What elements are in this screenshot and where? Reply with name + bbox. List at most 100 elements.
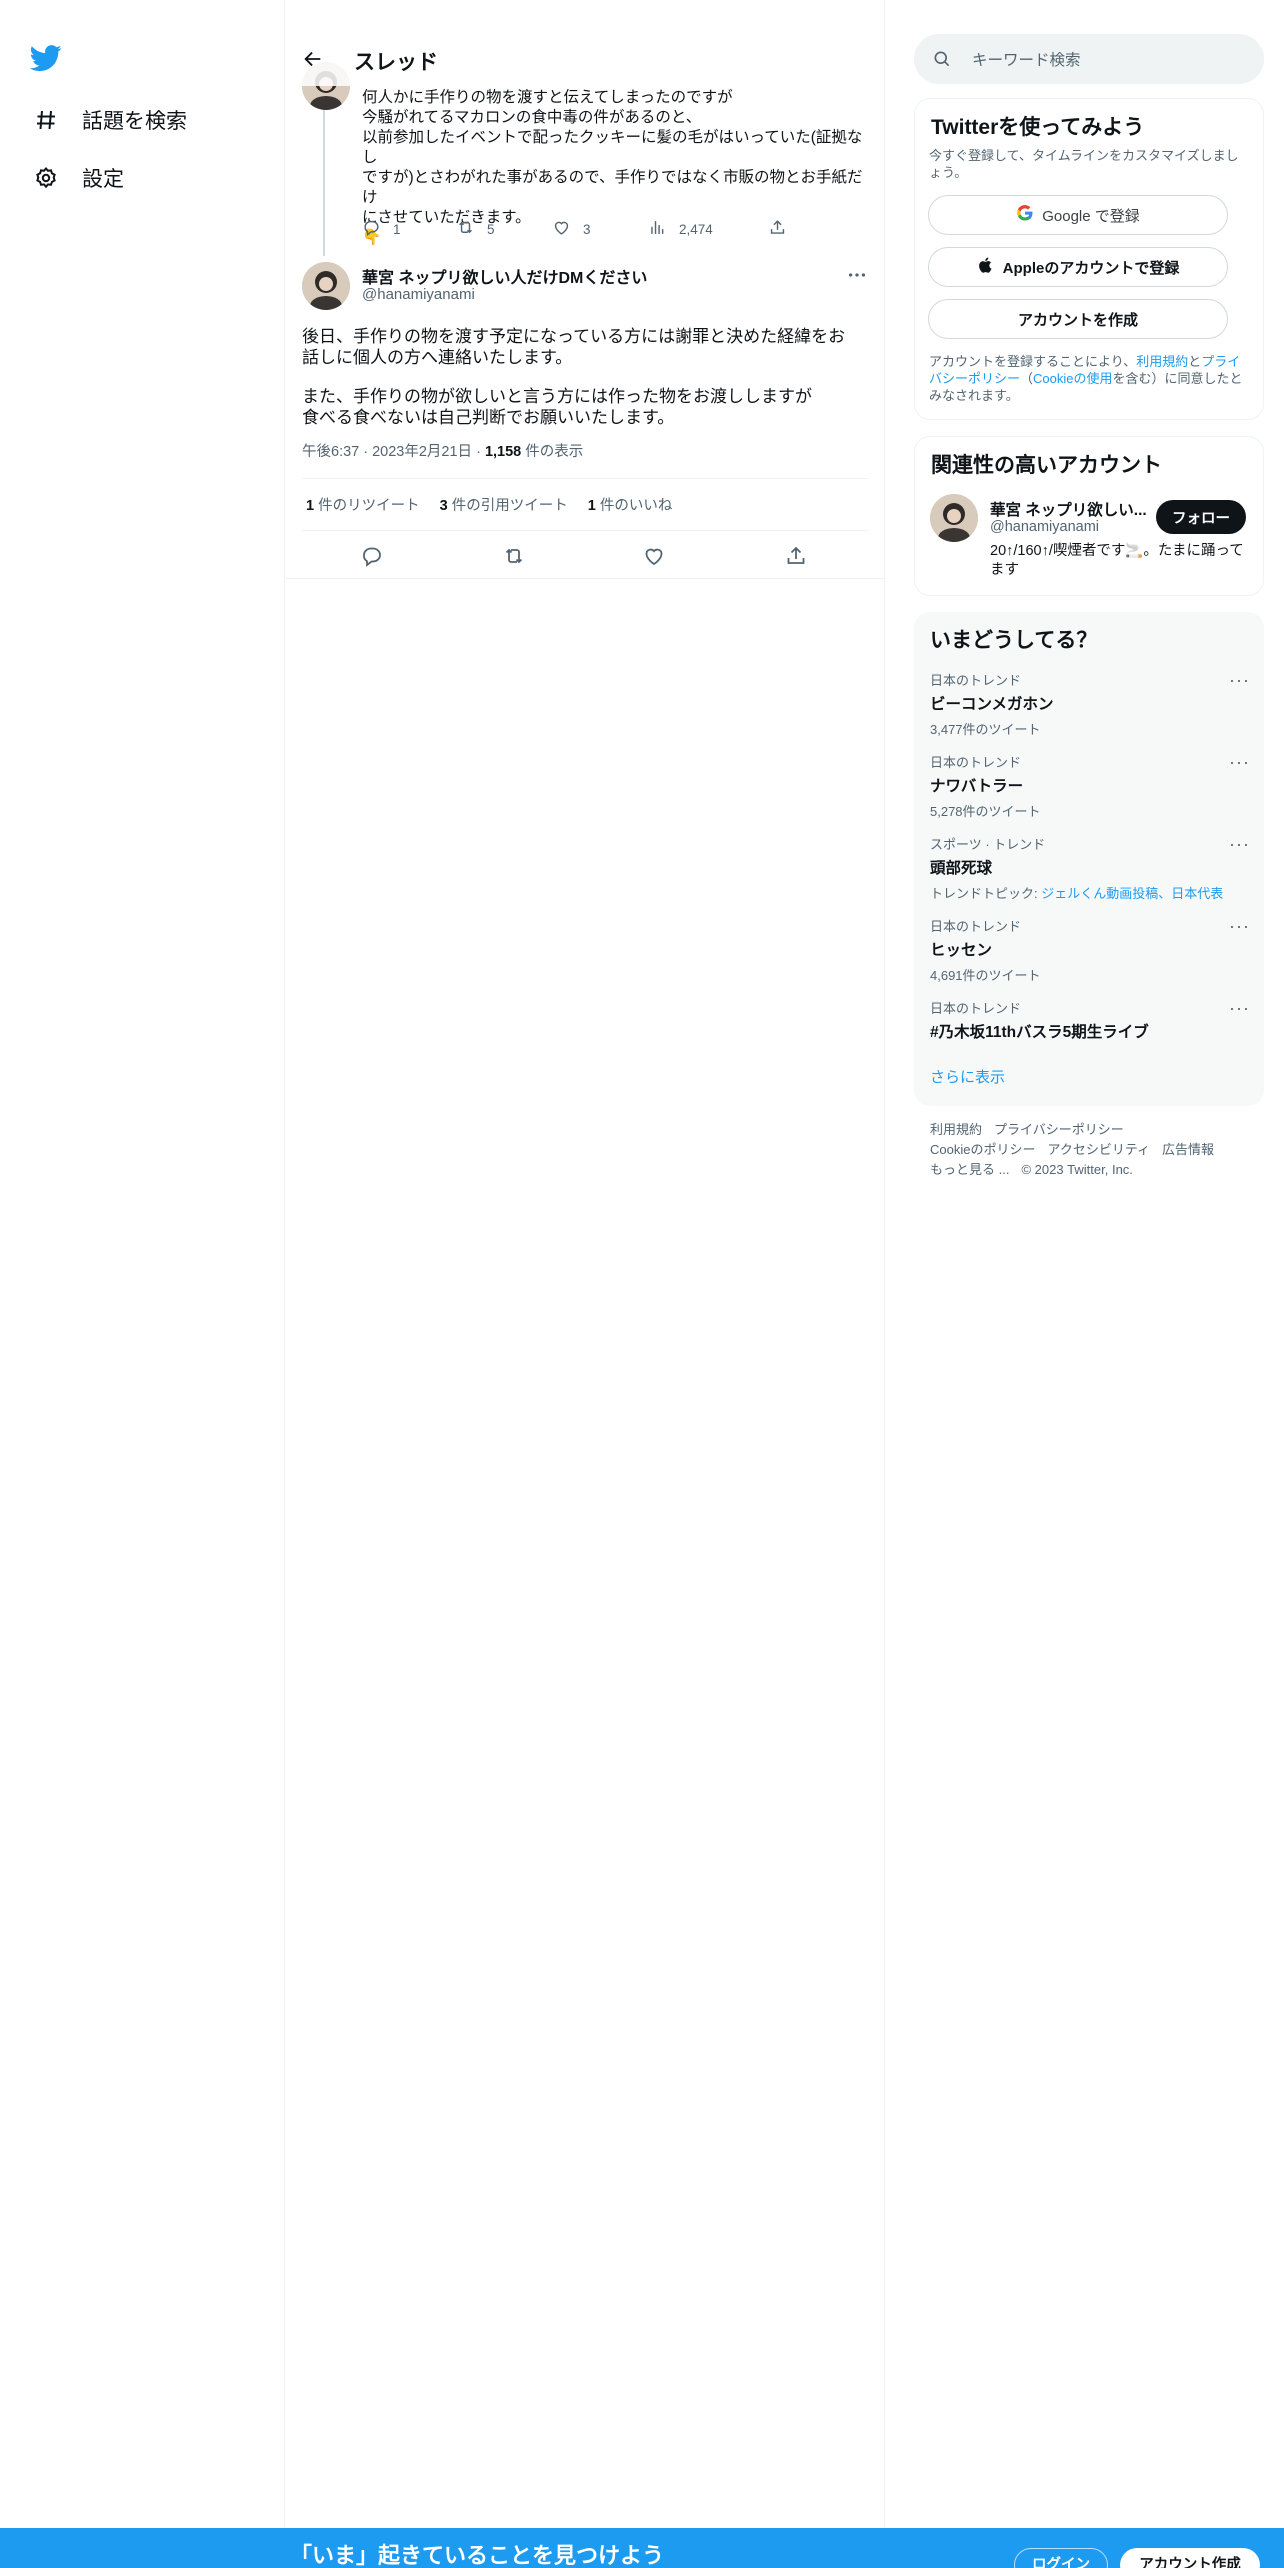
page: 話題を検索 設定 スレッド 何人かに手作りの物を渡すと伝えてしまったのですが 今…: [0, 0, 1284, 2568]
nav-explore[interactable]: 話題を検索: [32, 98, 187, 142]
gear-icon: [32, 164, 60, 192]
share-button[interactable]: [768, 218, 787, 240]
trend-item[interactable]: 日本のトレンド ナワバトラー 5,278件のツイート ···: [930, 752, 1250, 820]
cookie-link[interactable]: Cookieの使用: [1033, 371, 1112, 386]
create-account-button[interactable]: アカウントを作成: [928, 299, 1228, 339]
trend-name: ヒッセン: [930, 942, 993, 959]
twitter-logo-icon[interactable]: [29, 42, 68, 80]
footer-ads-link[interactable]: 広告情報: [1162, 1142, 1214, 1157]
views-count: 2,474: [679, 221, 713, 237]
apple-signup-button[interactable]: Appleのアカウントで登録: [928, 247, 1228, 287]
like-button[interactable]: 3: [552, 218, 648, 240]
reply-count: 1: [393, 221, 401, 237]
trend-topic-link[interactable]: ジェルくん動画投稿、日本代表: [1041, 886, 1223, 901]
right-divider: [884, 0, 885, 2568]
avatar[interactable]: [302, 262, 350, 310]
trend-topic: トレンドトピック: ジェルくん動画投稿、日本代表: [930, 883, 1250, 902]
tweet-line: 食べる食べないは自己判断でお願いいたします。: [302, 408, 675, 427]
avatar[interactable]: [930, 494, 978, 542]
trend-count: 5,278件のツイート: [930, 804, 1041, 819]
quotes-stat-count: 3: [439, 498, 448, 514]
create-account-label: アカウントを作成: [1017, 311, 1138, 329]
main-column: スレッド 何人かに手作りの物を渡すと伝えてしまったのですが 今騒がれてるマカロン…: [286, 0, 884, 2568]
trend-item[interactable]: 日本のトレンド #乃木坂11thバスラ5期生ライブ ···: [930, 998, 1250, 1042]
terms-link[interactable]: 利用規約: [1136, 354, 1188, 369]
terms-text: と: [1188, 354, 1202, 369]
reply-button[interactable]: 1: [362, 218, 456, 240]
tweet-line: 話しに個人の方へ連絡いたします。: [302, 348, 573, 367]
display-name[interactable]: 華宮 ネップリ欲しい人だけDMください: [362, 264, 647, 288]
search-box[interactable]: キーワード検索: [914, 34, 1264, 84]
share-icon[interactable]: [784, 544, 808, 568]
retweet-button[interactable]: 5: [456, 218, 552, 240]
trend-context: 日本のトレンド: [930, 919, 1022, 934]
page-title: スレッド: [354, 51, 438, 74]
more-options-icon[interactable]: ···: [1229, 752, 1250, 773]
google-signup-button[interactable]: Google で登録: [928, 195, 1228, 235]
trend-context: 日本のトレンド: [930, 1001, 1022, 1016]
views-label: 件の表示: [521, 444, 584, 460]
more-options-icon[interactable]: ···: [1229, 916, 1250, 937]
signup-button[interactable]: アカウント作成: [1120, 2548, 1260, 2568]
user-handle[interactable]: @hanamiyanami: [362, 286, 475, 303]
nav-settings-label: 設定: [82, 168, 124, 191]
footer-terms-link[interactable]: 利用規約: [930, 1122, 982, 1137]
prev-tweet-line: 何人かに手作りの物を渡すと伝えてしまったのですが: [362, 89, 733, 106]
reply-icon: [362, 218, 381, 240]
like-count: 3: [583, 221, 591, 237]
trend-name: ビーコンメガホン: [930, 696, 1054, 713]
search-icon: [932, 49, 952, 69]
trend-context: 日本のトレンド: [930, 673, 1022, 688]
more-options-icon[interactable]: ···: [1229, 670, 1250, 691]
back-arrow-icon[interactable]: [302, 48, 328, 74]
divider: [302, 530, 868, 531]
views-button[interactable]: 2,474: [648, 218, 768, 240]
related-handle[interactable]: @hanamiyanami: [990, 519, 1099, 535]
trend-item[interactable]: 日本のトレンド ヒッセン 4,691件のツイート ···: [930, 916, 1250, 984]
analytics-icon: [648, 218, 667, 240]
google-signup-label: Google で登録: [1042, 207, 1140, 225]
hashtag-icon: [32, 106, 60, 134]
trends-title: いまどうしてる？: [930, 629, 1098, 652]
tweet-line: また、手作りの物が欲しいと言う方には作った物をお渡ししますが: [302, 387, 812, 406]
footer-privacy-link[interactable]: プライバシーポリシー: [994, 1122, 1124, 1137]
google-icon: [1016, 204, 1034, 226]
retweets-stat[interactable]: 1 件のリツイート: [306, 494, 420, 515]
login-button[interactable]: ログイン: [1014, 2548, 1108, 2568]
trend-item[interactable]: 日本のトレンド ビーコンメガホン 3,477件のツイート ···: [930, 670, 1250, 738]
quotes-stat[interactable]: 3 件の引用ツイート: [440, 494, 568, 515]
terms-text: （: [1020, 371, 1034, 386]
footer-copyright: © 2023 Twitter, Inc.: [1021, 1162, 1133, 1177]
terms-notice: アカウントを登録することにより、利用規約とプライバシーポリシー（Cookieの使…: [929, 353, 1249, 404]
related-title: 関連性の高いアカウント: [931, 454, 1162, 477]
tweet-body-para2: また、手作りの物が欲しいと言う方には作った物をお渡ししますが 食べる食べないは自…: [302, 386, 812, 428]
heart-icon[interactable]: [642, 544, 666, 568]
nav-settings[interactable]: 設定: [32, 156, 124, 200]
tweet-body-para1: 後日、手作りの物を渡す予定になっている方には謝罪と決めた経緯をお 話しに個人の方…: [302, 326, 845, 368]
likes-stat[interactable]: 1 件のいいね: [588, 494, 673, 515]
quotes-stat-label: 件の引用ツイート: [447, 498, 568, 514]
reply-icon[interactable]: [360, 544, 384, 568]
retweet-icon[interactable]: [502, 544, 526, 568]
more-options-icon[interactable]: ···: [1229, 834, 1250, 855]
trend-count: 4,691件のツイート: [930, 968, 1041, 983]
trend-context: 日本のトレンド: [930, 755, 1022, 770]
trend-count: 3,477件のツイート: [930, 722, 1041, 737]
bottom-bar-cta: 「いま」起きていることを見つけよう: [290, 2543, 665, 2568]
likes-stat-label: 件のいいね: [595, 498, 673, 514]
footer-accessibility-link[interactable]: アクセシビリティ: [1047, 1142, 1150, 1157]
search-input[interactable]: キーワード検索: [972, 48, 1081, 70]
prev-tweet-actions: 1 5 3 2,474: [362, 218, 872, 240]
tweet-timestamp[interactable]: 午後6:37 · 2023年2月21日 ·: [302, 444, 485, 460]
show-more-link[interactable]: さらに表示: [930, 1066, 1005, 1087]
follow-button[interactable]: フォロー: [1156, 500, 1246, 534]
more-options-icon[interactable]: [846, 264, 868, 286]
trend-item[interactable]: スポーツ · トレンド 頭部死球 トレンドトピック: ジェルくん動画投稿、日本代…: [930, 834, 1250, 902]
bottom-signup-bar: 「いま」起きていることを見つけよう ログイン アカウント作成: [0, 2528, 1284, 2568]
related-name[interactable]: 華宮 ネップリ欲しい...: [990, 498, 1147, 520]
more-options-icon[interactable]: ···: [1229, 998, 1250, 1019]
footer-cookie-link[interactable]: Cookieのポリシー: [930, 1142, 1035, 1157]
trend-name: #乃木坂11thバスラ5期生ライブ: [930, 1024, 1149, 1041]
footer-more-link[interactable]: もっと見る ...: [930, 1162, 1009, 1177]
tweet-line: 後日、手作りの物を渡す予定になっている方には謝罪と決めた経緯をお: [302, 327, 846, 346]
